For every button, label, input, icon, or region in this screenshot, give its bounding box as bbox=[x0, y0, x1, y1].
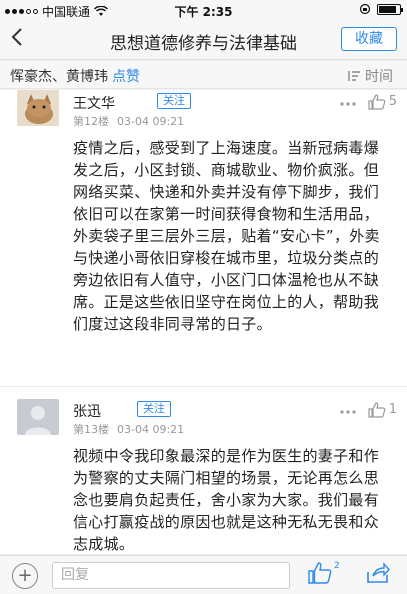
divider bbox=[0, 386, 407, 387]
post-tools: 5 bbox=[340, 92, 397, 111]
reply-list[interactable]: 王文华 关注 第12楼 03-04 09:21 5 疫情之后，感受到了上海速度。当… bbox=[0, 90, 407, 554]
post-body: 疫情之后，感受到了上海速度。当新冠病毒爆发之后，小区封锁、商城歇业、物价疯涨。但… bbox=[73, 139, 380, 333]
post-time: 03-04 09:21 bbox=[117, 423, 185, 436]
post-meta: 第13楼 03-04 09:21 bbox=[73, 421, 184, 437]
collect-button[interactable]: 收藏 bbox=[341, 27, 397, 51]
status-time: 下午 2:35 bbox=[174, 5, 233, 19]
username[interactable]: 张迅 bbox=[73, 401, 101, 421]
like-button[interactable]: 5 bbox=[368, 93, 397, 110]
like-count: 1 bbox=[388, 402, 397, 417]
reply-input[interactable]: 回复 bbox=[52, 562, 290, 589]
like-post-button[interactable]: 2 bbox=[308, 561, 340, 588]
floor-label: 第12楼 bbox=[73, 115, 109, 128]
list-item: 张迅 关注 第13楼 03-04 09:21 1 视频中令我印象最深的是作为医生的… bbox=[0, 399, 407, 554]
follow-button[interactable]: 关注 bbox=[137, 401, 171, 417]
thumb-up-icon bbox=[368, 93, 386, 110]
liked-action-label: 点赞 bbox=[112, 69, 140, 85]
like-post-count: 2 bbox=[334, 561, 340, 571]
floor-label: 第13楼 bbox=[73, 423, 109, 436]
thumb-up-icon bbox=[308, 562, 332, 584]
status-bar: 中国联通 下午 2:35 bbox=[0, 0, 407, 20]
lock-rotation-icon bbox=[359, 3, 371, 15]
post-tools: 1 bbox=[340, 400, 397, 419]
like-count: 5 bbox=[388, 94, 397, 109]
more-dots-icon[interactable] bbox=[340, 400, 356, 419]
thumb-up-icon bbox=[368, 401, 386, 418]
add-circle-icon[interactable]: + bbox=[12, 563, 38, 589]
username[interactable]: 王文华 bbox=[73, 93, 115, 113]
liked-by-names[interactable]: 恽豪杰、黄博玮 bbox=[10, 69, 108, 85]
share-icon[interactable] bbox=[366, 562, 390, 588]
status-right bbox=[359, 3, 403, 15]
more-dots-icon[interactable] bbox=[340, 92, 356, 111]
post-meta: 第12楼 03-04 09:21 bbox=[73, 113, 184, 129]
likes-bar: 恽豪杰、黄博玮 点赞 时间 bbox=[0, 61, 407, 89]
sort-label: 时间 bbox=[365, 69, 393, 85]
bottom-bar: + 回复 2 bbox=[0, 555, 407, 594]
post-body: 视频中令我印象最深的是作为医生的妻子和作为警察的丈夫隔门相望的场景，无论再怎么思… bbox=[73, 447, 380, 553]
avatar[interactable] bbox=[17, 399, 59, 435]
battery-icon bbox=[377, 3, 403, 15]
post-time: 03-04 09:21 bbox=[117, 115, 185, 128]
sort-toggle[interactable]: 时间 bbox=[347, 66, 393, 86]
follow-button[interactable]: 关注 bbox=[157, 93, 191, 109]
avatar[interactable] bbox=[17, 90, 59, 126]
liked-by: 恽豪杰、黄博玮 点赞 bbox=[10, 66, 140, 86]
like-button[interactable]: 1 bbox=[368, 401, 397, 418]
list-item: 王文华 关注 第12楼 03-04 09:21 5 疫情之后，感受到了上海速度。当… bbox=[0, 90, 407, 386]
nav-bar: 思想道德修养与法律基础 收藏 bbox=[0, 20, 407, 60]
sort-lines-icon bbox=[348, 71, 360, 81]
